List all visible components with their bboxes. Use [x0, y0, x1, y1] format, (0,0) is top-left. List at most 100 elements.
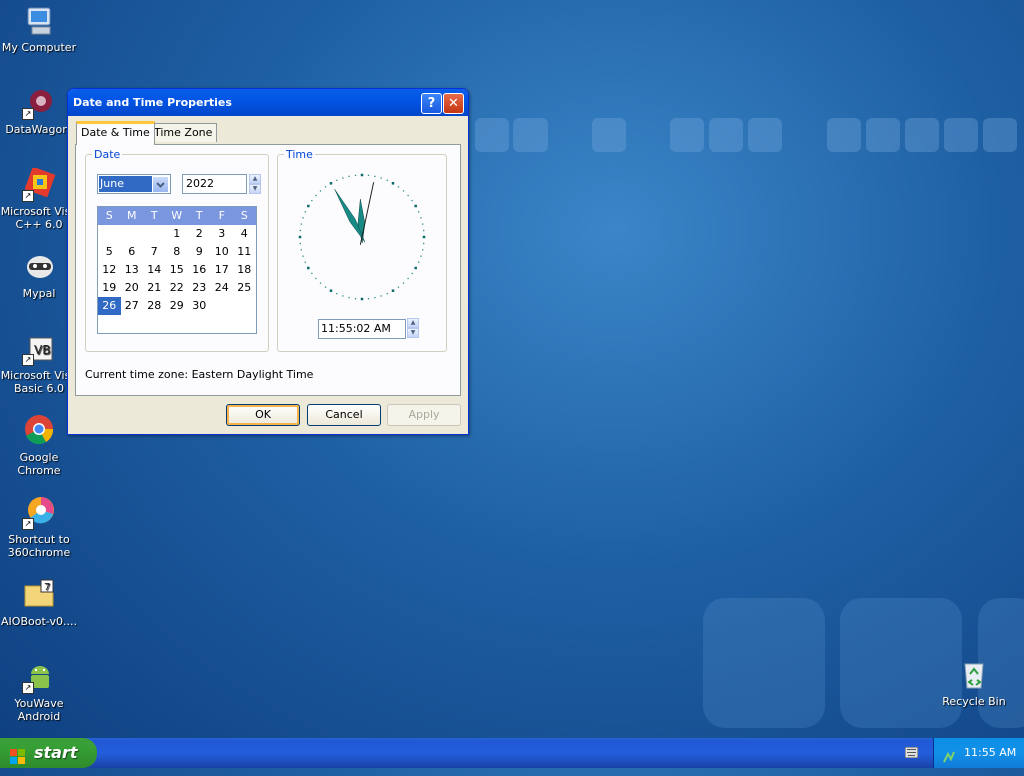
calendar-day[interactable]: 21	[143, 279, 166, 297]
time-spinner[interactable]: ▲ ▼	[407, 318, 419, 338]
tab-panel: Date June 2022 ▲ ▼ SMTWTFS 1 2 3 4 5 6 7 8 9 10 11…	[75, 144, 461, 396]
clock-tick	[367, 174, 370, 176]
desktop-icon-label: Recycle Bin	[942, 695, 1006, 708]
calendar-week: 5 6 7 8 9 10 11	[98, 243, 256, 261]
tab-time-zone[interactable]: Time Zone	[149, 123, 218, 142]
calendar-day[interactable]: 11	[233, 243, 256, 261]
calendar-week: 26 27 28 29 30	[98, 297, 256, 315]
year-spinner[interactable]: ▲ ▼	[249, 174, 261, 194]
desktop-icon-360chrome[interactable]: ↗ Shortcut to 360chrome	[0, 496, 78, 559]
clock-tick	[329, 182, 333, 185]
desktop-icon-youwave[interactable]: ↗ YouWave Android	[0, 660, 78, 723]
desktop-icon-aioboot[interactable]: 7 AIOBoot-v0....	[0, 578, 78, 628]
calendar-day[interactable]: 15	[166, 261, 189, 279]
spin-up-icon[interactable]: ▲	[407, 318, 419, 328]
desktop-icon-recycle-bin[interactable]: Recycle Bin	[935, 658, 1013, 708]
time-field[interactable]: 11:55:02 AM	[318, 319, 406, 339]
dialog-titlebar[interactable]: Date and Time Properties ? ✕	[68, 89, 468, 116]
year-field[interactable]: 2022	[182, 174, 247, 194]
desktop-icon-my-computer[interactable]: My Computer	[0, 4, 78, 54]
calendar-day[interactable]: 8	[166, 243, 189, 261]
clock-tick	[374, 175, 376, 178]
computer-icon	[22, 4, 56, 38]
calendar-day[interactable]: 23	[188, 279, 211, 297]
time-group: Time 11:55:02 AM ▲ ▼	[277, 148, 447, 352]
calendar-day[interactable]: 22	[166, 279, 189, 297]
clock-tick	[391, 289, 395, 292]
close-button[interactable]: ✕	[443, 93, 464, 114]
calendar-day[interactable]: 18	[233, 261, 256, 279]
calendar-day[interactable]: 4	[233, 225, 256, 243]
clock-tick	[420, 255, 422, 257]
help-button[interactable]: ?	[421, 93, 442, 114]
calendar-day[interactable]: 28	[143, 297, 166, 315]
datawagon-icon: ↗	[22, 86, 56, 120]
clock-tick	[300, 223, 303, 225]
calendar-day[interactable]: 29	[166, 297, 189, 315]
clock-tick	[407, 194, 409, 197]
wallpaper-tile	[513, 118, 548, 152]
wallpaper-tile	[670, 118, 704, 152]
start-button[interactable]: start	[0, 738, 97, 768]
calendar-day[interactable]: 10	[211, 243, 234, 261]
clock-tick	[411, 199, 413, 202]
clock-tick	[324, 186, 327, 188]
apply-button[interactable]: Apply	[387, 404, 461, 426]
calendar-day[interactable]: 25	[233, 279, 256, 297]
calendar-day[interactable]: 17	[211, 261, 234, 279]
spin-down-icon[interactable]: ▼	[249, 184, 261, 194]
calendar-day	[98, 225, 121, 243]
clock-tick	[348, 175, 350, 178]
clock-tick	[407, 277, 409, 280]
calendar-day[interactable]: 2	[188, 225, 211, 243]
calendar-day[interactable]: 5	[98, 243, 121, 261]
calendar-day[interactable]: 12	[98, 261, 121, 279]
calendar-weekday: T	[195, 209, 203, 222]
desktop-icon-label: My Computer	[1, 41, 77, 54]
chevron-down-icon[interactable]	[152, 176, 169, 193]
clock-tick	[315, 277, 317, 280]
tab-date-time[interactable]: Date & Time	[76, 121, 155, 145]
spin-down-icon[interactable]: ▼	[407, 328, 419, 338]
wallpaper-tile	[592, 118, 626, 152]
clock-tick	[391, 182, 395, 185]
calendar-day[interactable]: 6	[121, 243, 144, 261]
clock-tick	[380, 177, 382, 179]
calendar-day[interactable]: 16	[188, 261, 211, 279]
network-tray-icon[interactable]	[942, 746, 956, 763]
tray-clock[interactable]: 11:55 AM	[964, 738, 1016, 768]
clock-tick	[421, 249, 424, 251]
cancel-button[interactable]: Cancel	[307, 404, 381, 426]
clock-tick	[342, 295, 344, 297]
clock-tick	[300, 249, 303, 251]
calendar-day[interactable]: 24	[211, 279, 234, 297]
calendar-day[interactable]: 26	[98, 297, 121, 315]
clock-tick	[417, 211, 420, 213]
current-timezone-text: Current time zone: Eastern Daylight Time	[85, 368, 314, 381]
month-calendar[interactable]: SMTWTFS 1 2 3 4 5 6 7 8 9 10 11 12 13 14 15 16 17 18 19 20 2…	[97, 206, 257, 334]
month-select[interactable]: June	[97, 174, 171, 194]
calendar-week: 19 20 21 22 23 24 25	[98, 279, 256, 297]
calendar-day	[211, 297, 234, 315]
calendar-day[interactable]: 3	[211, 225, 234, 243]
calendar-day[interactable]: 27	[121, 297, 144, 315]
calendar-day[interactable]: 9	[188, 243, 211, 261]
calendar-day[interactable]: 1	[166, 225, 189, 243]
clock-tick	[422, 235, 426, 239]
calendar-day[interactable]: 13	[121, 261, 144, 279]
calendar-day[interactable]: 30	[188, 297, 211, 315]
clock-tick	[402, 190, 405, 192]
wallpaper-tile	[944, 118, 978, 152]
clock-tick	[329, 289, 333, 292]
calendar-weekday: S	[240, 209, 248, 222]
calendar-day[interactable]: 20	[121, 279, 144, 297]
calendar-day[interactable]: 19	[98, 279, 121, 297]
wallpaper-tile	[827, 118, 861, 152]
calendar-day[interactable]: 14	[143, 261, 166, 279]
clock-tick	[311, 272, 313, 275]
ok-button[interactable]: OK	[226, 404, 300, 426]
keyboard-icon[interactable]	[904, 746, 919, 759]
calendar-day[interactable]: 7	[143, 243, 166, 261]
wallpaper-tile	[866, 118, 900, 152]
spin-up-icon[interactable]: ▲	[249, 174, 261, 184]
